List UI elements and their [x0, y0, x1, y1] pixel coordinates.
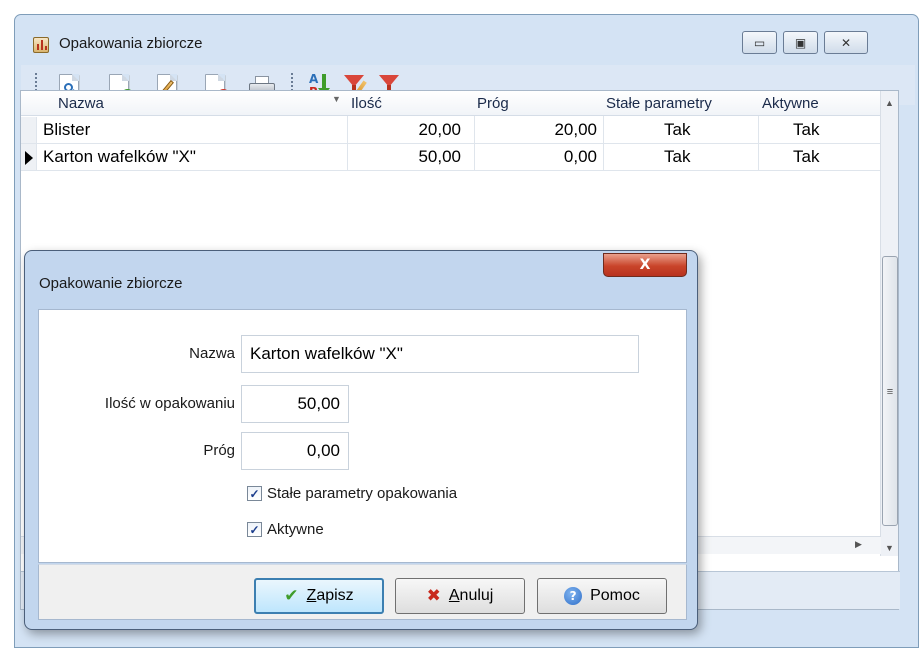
cell-ilosc: 50,00: [418, 147, 461, 166]
scroll-down-icon[interactable]: ▼: [885, 543, 894, 553]
cell-stale: Tak: [664, 147, 691, 166]
close-button[interactable]: ✕: [824, 31, 868, 54]
row-selector[interactable]: [21, 117, 37, 143]
cell-ilosc: 20,00: [418, 120, 461, 139]
cell-aktywne: Tak: [793, 120, 820, 139]
anuluj-label: Anuluj: [448, 587, 494, 604]
close-icon: ✕: [840, 35, 852, 50]
stale-parametry-label: Stałe parametry opakowania: [267, 485, 458, 502]
table-row[interactable]: Karton wafelków "X" 50,00 0,00 Tak Tak: [21, 144, 881, 171]
scroll-thumb[interactable]: ≡: [882, 256, 898, 526]
app-icon: [33, 37, 49, 53]
column-header-ilosc[interactable]: Ilość: [351, 95, 382, 112]
sort-indicator-icon: ▼: [332, 94, 341, 104]
pomoc-button[interactable]: ? Pomoc: [537, 578, 667, 614]
dialog-close-button[interactable]: X: [603, 253, 687, 277]
checkbox-check-icon[interactable]: ✓: [247, 522, 262, 537]
grid-divider: [603, 116, 604, 170]
close-icon: X: [639, 257, 651, 273]
scroll-right-icon[interactable]: ▶: [855, 539, 862, 550]
row-selector[interactable]: [21, 144, 37, 170]
prog-field[interactable]: [241, 432, 349, 470]
title-bar[interactable]: Opakowania zbiorcze ▭ ▣ ✕: [15, 15, 918, 65]
cell-nazwa: Blister: [43, 120, 91, 139]
checkmark-icon: ✔: [284, 586, 299, 606]
column-header-nazwa[interactable]: Nazwa: [58, 95, 104, 112]
dialog-title: Opakowanie zbiorcze: [39, 275, 183, 292]
anuluj-button[interactable]: ✖ Anuluj: [395, 578, 525, 614]
current-row-icon: [25, 151, 33, 165]
zapisz-label: Zapisz: [306, 587, 354, 604]
maximize-button[interactable]: ▣: [783, 31, 818, 54]
aktywne-checkbox[interactable]: ✓ Aktywne: [247, 521, 324, 538]
grid-divider: [347, 116, 348, 170]
prog-label: Próg: [203, 442, 235, 459]
nazwa-field[interactable]: [241, 335, 639, 373]
dialog-form: Nazwa Ilość w opakowaniu Próg ✓ Stałe pa…: [38, 309, 687, 563]
ilosc-label: Ilość w opakowaniu: [104, 395, 235, 412]
column-header-stale[interactable]: Stałe parametry: [606, 95, 712, 112]
column-header-aktywne[interactable]: Aktywne: [762, 95, 819, 112]
checkbox-check-icon[interactable]: ✓: [247, 486, 262, 501]
cancel-x-icon: ✖: [426, 586, 441, 606]
aktywne-label: Aktywne: [267, 521, 324, 538]
cell-prog: 0,00: [563, 147, 597, 166]
ilosc-field[interactable]: [241, 385, 349, 423]
help-icon: ?: [564, 587, 583, 605]
scroll-up-icon[interactable]: ▲: [885, 98, 894, 108]
column-header-prog[interactable]: Próg: [477, 95, 509, 112]
vertical-scrollbar[interactable]: ▲ ≡ ▼: [880, 91, 898, 556]
grid-divider: [758, 116, 759, 170]
cell-prog: 20,00: [554, 120, 597, 139]
minimize-icon: ▭: [753, 35, 766, 50]
dialog-opakowanie: Opakowanie zbiorcze X Nazwa Ilość w opak…: [24, 250, 698, 630]
grid-divider: [474, 116, 475, 170]
zapisz-button[interactable]: ✔ Zapisz: [254, 578, 384, 614]
stale-parametry-checkbox[interactable]: ✓ Stałe parametry opakowania: [247, 485, 457, 502]
cell-aktywne: Tak: [793, 147, 820, 166]
cell-stale: Tak: [664, 120, 691, 139]
window-title: Opakowania zbiorcze: [59, 35, 203, 52]
nazwa-label: Nazwa: [189, 345, 235, 362]
grid-header: Nazwa ▼ Ilość Próg Stałe parametry Aktyw…: [21, 91, 881, 116]
table-row[interactable]: Blister 20,00 20,00 Tak Tak: [21, 117, 881, 144]
minimize-button[interactable]: ▭: [742, 31, 777, 54]
maximize-icon: ▣: [794, 35, 807, 50]
dialog-footer: ✔ Zapisz ✖ Anuluj ? Pomoc: [38, 564, 687, 620]
pomoc-label: Pomoc: [590, 587, 640, 604]
cell-nazwa: Karton wafelków "X": [43, 147, 196, 166]
